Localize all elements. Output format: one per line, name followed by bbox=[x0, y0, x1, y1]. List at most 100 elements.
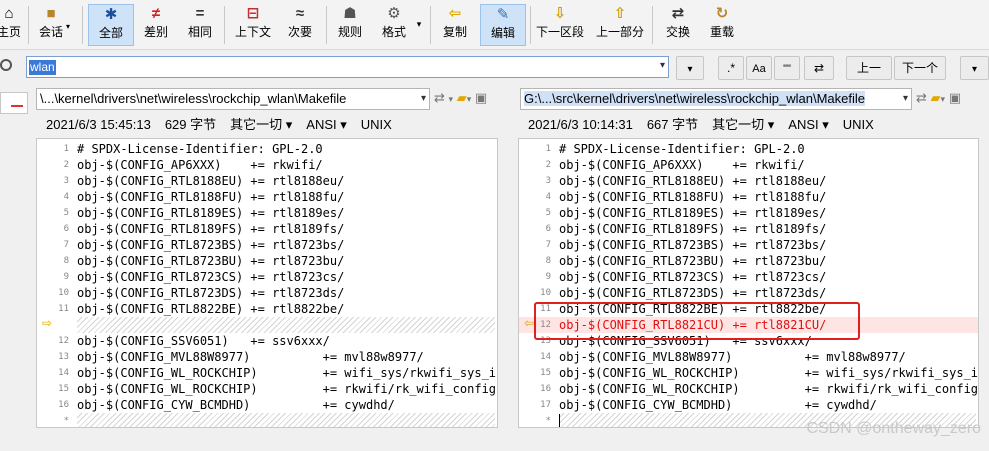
line-text: obj-$(CONFIG_WL_ROCKCHIP) += rkwifi/rk_w… bbox=[77, 382, 498, 396]
code-line[interactable]: 13 obj-$(CONFIG_MVL88W8977) += mvl88w8977… bbox=[37, 349, 497, 365]
replace-toggle[interactable]: ⇄ bbox=[804, 56, 834, 80]
line-number: 3 bbox=[545, 176, 551, 186]
code-line[interactable]: 16 obj-$(CONFIG_WL_ROCKCHIP) += rkwifi/rk… bbox=[519, 381, 978, 397]
toolbar-rules-button[interactable]: ☗ 规则 bbox=[332, 4, 368, 46]
find-next-button[interactable]: 下一个 bbox=[894, 56, 946, 80]
code-line[interactable]: 14 obj-$(CONFIG_MVL88W8977) += mvl88w8977… bbox=[519, 349, 978, 365]
toolbar-format-button[interactable]: ⚙ 格式 bbox=[376, 4, 412, 46]
line-text: obj-$(CONFIG_RTL8189FS) += rtl8189fs/ bbox=[559, 222, 827, 236]
line-text: obj-$(CONFIG_RTL8723BS) += rtl8723bs/ bbox=[559, 238, 827, 252]
line-number: 16 bbox=[58, 400, 69, 410]
code-line[interactable]: 1 # SPDX-License-Identifier: GPL-2.0 bbox=[519, 141, 978, 157]
code-line[interactable]: 10 obj-$(CONFIG_RTL8723DS) += rtl8723ds/ bbox=[37, 285, 497, 301]
code-line[interactable]: 5 obj-$(CONFIG_RTL8189ES) += rtl8189es/ bbox=[37, 205, 497, 221]
save-icon[interactable]: ▣ bbox=[949, 90, 961, 105]
file-date: 2021/6/3 10:14:31 bbox=[528, 117, 633, 132]
left-path-input[interactable]: \...\kernel\drivers\net\wireless\rockchi… bbox=[36, 88, 430, 110]
code-line[interactable]: 10 obj-$(CONFIG_RTL8723DS) += rtl8723ds/ bbox=[519, 285, 978, 301]
chevron-down-icon[interactable]: ▾ bbox=[449, 94, 454, 104]
code-line[interactable]: 2 obj-$(CONFIG_AP6XXX) += rkwifi/ bbox=[37, 157, 497, 173]
text-cursor bbox=[559, 414, 560, 427]
toolbar-all-button[interactable]: ✱ 全部 bbox=[88, 4, 134, 46]
toolbar-prev-section-button[interactable]: ⇧ 上一部分 bbox=[594, 4, 646, 46]
line-ending[interactable]: UNIX bbox=[361, 117, 392, 132]
code-line[interactable]: 8 obj-$(CONFIG_RTL8723BU) += rtl8723bu/ bbox=[519, 253, 978, 269]
code-line[interactable]: * bbox=[37, 413, 497, 427]
chevron-down-icon[interactable]: ▾ bbox=[660, 60, 665, 71]
toolbar-next-section-button[interactable]: ⇩ 下一区段 bbox=[534, 4, 586, 46]
toolbar-context-button[interactable]: ⊟ 上下文 bbox=[230, 4, 276, 46]
chevron-down-icon[interactable]: ▾ bbox=[467, 94, 472, 104]
toolbar-minor-button[interactable]: ≈ 次要 bbox=[282, 4, 318, 46]
overview-pane[interactable] bbox=[0, 92, 28, 114]
code-line[interactable]: 4 obj-$(CONFIG_RTL8188FU) += rtl8188fu/ bbox=[519, 189, 978, 205]
code-line[interactable]: 3 obj-$(CONFIG_RTL8188EU) += rtl8188eu/ bbox=[519, 173, 978, 189]
encoding-select[interactable]: ANSI ▾ bbox=[788, 117, 828, 132]
code-line[interactable]: 6 obj-$(CONFIG_RTL8189FS) += rtl8189fs/ bbox=[519, 221, 978, 237]
code-line[interactable]: 9 obj-$(CONFIG_RTL8723CS) += rtl8723cs/ bbox=[37, 269, 497, 285]
find-previous-button[interactable]: 上一 bbox=[846, 56, 892, 80]
toolbar-diff-button[interactable]: ≠ 差别 bbox=[138, 4, 174, 46]
code-line[interactable]: 9 obj-$(CONFIG_RTL8723CS) += rtl8723cs/ bbox=[519, 269, 978, 285]
line-text: obj-$(CONFIG_AP6XXX) += rkwifi/ bbox=[559, 158, 805, 172]
line-text: obj-$(CONFIG_RTL8723CS) += rtl8723cs/ bbox=[559, 270, 827, 284]
code-line[interactable]: 1 # SPDX-License-Identifier: GPL-2.0 bbox=[37, 141, 497, 157]
save-icon[interactable]: ▣ bbox=[475, 90, 487, 105]
toolbar-format-dropdown[interactable]: ▾ bbox=[412, 4, 426, 46]
history-icon[interactable]: ⇄ bbox=[916, 90, 927, 105]
find-dropdown[interactable]: ▾ bbox=[960, 56, 989, 80]
search-options-dropdown[interactable]: ▾ bbox=[676, 56, 704, 80]
line-number: 1 bbox=[63, 144, 69, 154]
asterisk-icon: ✱ bbox=[104, 6, 118, 23]
toolbar-edit-button[interactable]: ✎ 编辑 bbox=[480, 4, 526, 46]
toolbar-home-button[interactable]: ⌂ 主页 bbox=[0, 4, 24, 46]
toolbar-same-button[interactable]: = 相同 bbox=[182, 4, 218, 46]
code-line[interactable]: 16 obj-$(CONFIG_CYW_BCMDHD) += cywdhd/ bbox=[37, 397, 497, 413]
encoding-select[interactable]: ANSI ▾ bbox=[306, 117, 346, 132]
code-line[interactable]: 7 obj-$(CONFIG_RTL8723BS) += rtl8723bs/ bbox=[519, 237, 978, 253]
format-select[interactable]: 其它一切 ▾ bbox=[712, 117, 774, 132]
toolbar-swap-button[interactable]: ⇄ 交换 bbox=[660, 4, 696, 46]
right-editor-pane[interactable]: 1 # SPDX-License-Identifier: GPL-2.0 2 obj-… bbox=[518, 138, 979, 428]
line-text: obj-$(CONFIG_RTL8723CS) += rtl8723cs/ bbox=[77, 270, 345, 284]
code-line[interactable]: 12 obj-$(CONFIG_SSV6051) += ssv6xxx/ bbox=[37, 333, 497, 349]
line-text: obj-$(CONFIG_RTL8189ES) += rtl8189es/ bbox=[77, 206, 345, 220]
line-number: 4 bbox=[63, 192, 69, 202]
code-line[interactable]: 6 obj-$(CONFIG_RTL8189FS) += rtl8189fs/ bbox=[37, 221, 497, 237]
rules-icon: ☗ bbox=[343, 5, 357, 22]
code-line[interactable]: 5 obj-$(CONFIG_RTL8189ES) += rtl8189es/ bbox=[519, 205, 978, 221]
toolbar-reload-button[interactable]: ↻ 重载 bbox=[704, 4, 740, 46]
search-input[interactable]: wlan ▾ bbox=[26, 56, 669, 78]
code-line[interactable]: 11 obj-$(CONFIG_RTL8822BE) += rtl8822be/ bbox=[37, 301, 497, 317]
match-case-toggle[interactable]: Aa bbox=[746, 56, 772, 80]
code-line[interactable]: 3 obj-$(CONFIG_RTL8188EU) += rtl8188eu/ bbox=[37, 173, 497, 189]
code-line[interactable] bbox=[37, 317, 497, 333]
code-line[interactable]: 14 obj-$(CONFIG_WL_ROCKCHIP) += wifi_sys/… bbox=[37, 365, 497, 381]
code-line[interactable]: 15 obj-$(CONFIG_WL_ROCKCHIP) += wifi_sys/… bbox=[519, 365, 978, 381]
left-editor-pane[interactable]: 1 # SPDX-License-Identifier: GPL-2.0 2 obj-… bbox=[36, 138, 498, 428]
code-line[interactable]: 17 obj-$(CONFIG_CYW_BCMDHD) += cywdhd/ bbox=[519, 397, 978, 413]
code-line[interactable]: 7 obj-$(CONFIG_RTL8723BS) += rtl8723bs/ bbox=[37, 237, 497, 253]
code-line[interactable]: 2 obj-$(CONFIG_AP6XXX) += rkwifi/ bbox=[519, 157, 978, 173]
code-line[interactable]: 15 obj-$(CONFIG_WL_ROCKCHIP) += rkwifi/rk… bbox=[37, 381, 497, 397]
chevron-down-icon[interactable]: ▾ bbox=[421, 89, 426, 109]
line-number: 10 bbox=[540, 288, 551, 298]
history-icon[interactable]: ⇄ bbox=[434, 90, 445, 105]
format-select[interactable]: 其它一切 ▾ bbox=[230, 117, 292, 132]
regex-toggle[interactable]: .* bbox=[718, 56, 744, 80]
folder-open-icon[interactable]: ▰ bbox=[457, 90, 467, 105]
line-text: # SPDX-License-Identifier: GPL-2.0 bbox=[77, 142, 323, 156]
chevron-down-icon[interactable]: ▾ bbox=[941, 94, 946, 104]
code-line[interactable]: 8 obj-$(CONFIG_RTL8723BU) += rtl8723bu/ bbox=[37, 253, 497, 269]
chevron-down-icon[interactable]: ▾ bbox=[903, 89, 908, 109]
folder-open-icon[interactable]: ▰ bbox=[931, 90, 941, 105]
line-text: obj-$(CONFIG_CYW_BCMDHD) += cywdhd/ bbox=[77, 398, 395, 412]
line-ending[interactable]: UNIX bbox=[843, 117, 874, 132]
line-number: 15 bbox=[540, 368, 551, 378]
reload-icon: ↻ bbox=[715, 5, 729, 22]
code-line[interactable]: 4 obj-$(CONFIG_RTL8188FU) += rtl8188fu/ bbox=[37, 189, 497, 205]
toolbar-session-button[interactable]: ■ 会话 ▾ bbox=[34, 4, 70, 46]
toolbar-copy-button[interactable]: ⇦ 复制 bbox=[436, 4, 474, 46]
whole-word-toggle[interactable]: "" bbox=[774, 56, 800, 80]
right-path-input[interactable]: G:\...\src\kernel\drivers\net\wireless\r… bbox=[520, 88, 912, 110]
